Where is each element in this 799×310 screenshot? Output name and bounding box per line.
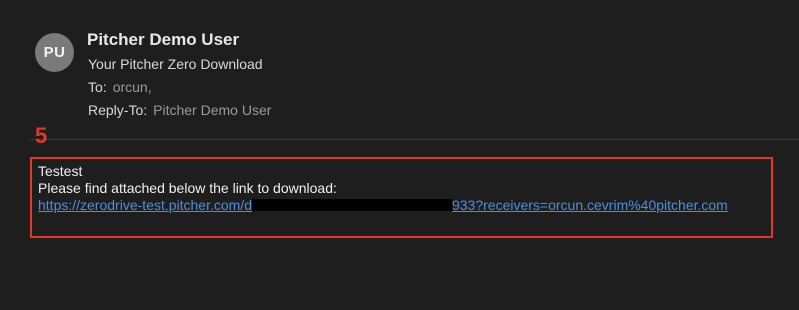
body-line-2: Please find attached below the link to d… bbox=[38, 180, 337, 196]
redaction-bar bbox=[251, 199, 452, 211]
download-link[interactable]: https://zerodrive-test.pitcher.com/d 933?… bbox=[38, 197, 728, 213]
email-body: Testest Please find attached below the l… bbox=[38, 163, 778, 214]
to-recipient[interactable]: orcun, bbox=[113, 79, 152, 95]
body-line-1: Testest bbox=[38, 163, 83, 179]
avatar[interactable]: PU bbox=[35, 33, 74, 72]
header-divider bbox=[30, 139, 799, 140]
download-link-prefix: https://zerodrive-test.pitcher.com/d bbox=[38, 197, 252, 213]
reply-to-value[interactable]: Pitcher Demo User bbox=[153, 102, 271, 118]
download-link-line: https://zerodrive-test.pitcher.com/d 933?… bbox=[38, 197, 778, 214]
avatar-initials: PU bbox=[43, 44, 66, 61]
download-link-suffix: 933?receivers=orcun.cevrim%40pitcher.com bbox=[451, 197, 728, 213]
to-row: To: orcun, bbox=[88, 79, 152, 95]
email-view: PU Pitcher Demo User Your Pitcher Zero D… bbox=[0, 0, 799, 310]
step-number-annotation: 5 bbox=[35, 123, 48, 148]
reply-to-label: Reply-To: bbox=[88, 102, 148, 118]
sender-name[interactable]: Pitcher Demo User bbox=[87, 30, 239, 50]
email-subject: Your Pitcher Zero Download bbox=[88, 56, 263, 72]
to-label: To: bbox=[88, 79, 107, 95]
reply-to-row: Reply-To: Pitcher Demo User bbox=[88, 102, 271, 118]
